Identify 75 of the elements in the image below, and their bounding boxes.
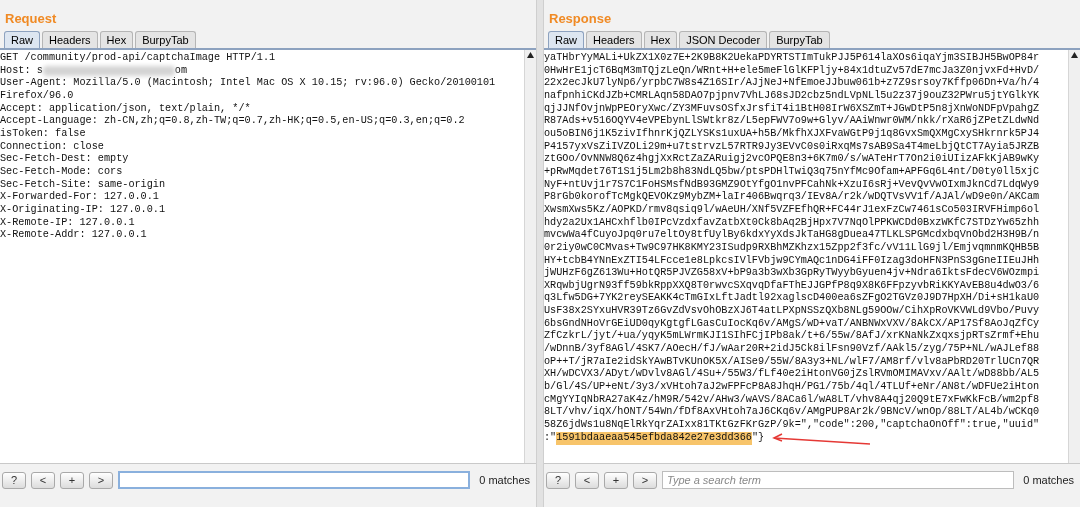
- search-nav-button[interactable]: ?: [2, 471, 26, 489]
- code-line: om: [174, 64, 188, 77]
- search-nav-button[interactable]: >: [633, 471, 657, 489]
- scroll-up-icon[interactable]: [1069, 50, 1080, 60]
- code-line: XwsmXws5Kz/AOPKD/rmv8qsiq9l/wAeUH/XNf5VZFEfhQR+FC44rJ1exFzCw7461sCo503IRVFHimp6ol: [544, 203, 1040, 217]
- code-line: 8LT/vhv/iqX/hONT/54Wn/fDf8AxVHtoh7aJ6CKq6v/AMgPUP8Ar2k/9BNcV/wnOp/88LT/AL4b/wCKq0: [544, 406, 1040, 419]
- code-line: jWUHzF6gZ613Wu+HotQR5PJVZG58xV+bP9a3b3wXb3GpRyTWyybGyuen4jv+Ndra6IktsFdecV6WOzmpi: [544, 267, 1040, 280]
- code-line: :": [544, 432, 557, 445]
- code-line: X-Remote-IP: 127.0.0.1: [0, 216, 135, 229]
- code-line: ZfCzkrL/jyt/+ua/yqyK5mLWrmKJI1SIhFCjIPb8ak/t+6/55w/8AfJ/xrKNaNkZxqxsjpRTsZrmf+Ehu: [544, 330, 1040, 343]
- code-line: NyF+ntUvj1r7S7C1FoHSMsfNdB93GMZ9OtYfgO1nvPFCahNk+XzuI6sRj+VevQvVwOIxmJknCd7LdqWy9: [544, 178, 1040, 191]
- code-line: ztGOo/OvNNW8Q6z4hgjXxRctZaZARuigj2vcOPQE8n3+6K7m0/s/wATeHrT7On2i0iUIizAFkKjAB9wKy: [544, 153, 1040, 166]
- scrollbar[interactable]: [524, 50, 536, 463]
- code-line: b/Gl/4S/UP+eNt/3y3/xVHtoh7aJ2wFPFcP8A8JhqH/PG1/75b/4ql/4TLUf+eNr/AN8t/wDFUe2iHton: [544, 381, 1040, 394]
- tab[interactable]: Hex: [99, 31, 134, 48]
- code-line: /wDnnB/3yf8AGl/4SK7/AOecH/fJ/wAar20R+2idJ5Ck8ilFsn90Vzf/AAkl5/zyg/75P+NL/wAJLef88: [544, 343, 1040, 356]
- code-line: X-Originating-IP: 127.0.0.1: [0, 203, 166, 217]
- match-count: 0 matches: [1022, 472, 1075, 488]
- code-line: X-Remote-Addr: 127.0.0.1: [0, 229, 147, 242]
- code-line: cMgYYIqNbRA27aK4z/hM9R/542v/AHw3/wAVS/8ACa6l/wA8LT/vhv8A4qj20Q9tE7xFwKkFcB/wm2pf8: [544, 393, 1040, 406]
- scroll-up-icon[interactable]: [525, 50, 536, 60]
- tab[interactable]: Headers: [586, 31, 642, 48]
- code-line: q3Lfw5DG+7YK2reySEAKK4cTmGIxLftJadtl92xaglscD400ea6sZFgO2TGVz0J9D7HpXH/Di+sH1kaU0: [544, 292, 1040, 305]
- search-nav-button[interactable]: ?: [546, 471, 570, 489]
- tab[interactable]: Raw: [548, 31, 584, 48]
- search-nav-button[interactable]: +: [60, 471, 84, 489]
- code-line: Accept-Language: zh-CN,zh;q=0.8,zh-TW;q=0.7,zh-HK;q=0.5,en-US;q=0.3,en;q=0.2: [0, 115, 465, 128]
- tab[interactable]: Headers: [42, 31, 98, 48]
- code-line: Sec-Fetch-Mode: cors: [0, 165, 123, 179]
- code-line: isToken: false: [0, 127, 86, 141]
- code-line: 0r2iy0wC0CMvas+Tw9C97HK8KMY23ISudp9RXBhMZKhzx15Zpp2f3fc/vV11LlG9jl/EmjvqmnmKQHB5B: [544, 241, 1040, 255]
- code-line: 6bsGndNHoVrGEiUD0qyKgtgfLGasCuIocKq6v/AMgS/wD+vaT/ANBNWxVXV/8AkCX/AP17Sf8AoJqZfCy: [544, 317, 1040, 330]
- code-line: XRqwbjUgrN93ff59bkRppXXQ8T0rwvcSXqvqDfaFThEJJGPfP8q9X8K6FFpzyvbRiKKYAvEB8u4dwO3/6: [544, 279, 1040, 292]
- search-nav-button[interactable]: <: [31, 471, 55, 489]
- code-line: yaTHbrYyMALi+UkZX1X0z7E+2K9B8K2UekaPDYRTSTImTukPJJ5P614laXOs6iqaYjm3SIBJH5BwOP84r: [544, 52, 1040, 65]
- code-line: R87Ads+v516OQYV4eVPEbynLlSWtkr8z/L5epFWV7o9w+Glyv/AAiWnwr0WM/nkk/rXaR6jZPetZLdwNd: [544, 115, 1040, 128]
- tab[interactable]: BurpyTab: [769, 31, 830, 48]
- code-line: 58Z6jdWs1u8NqElRkYqrZAIxx81TKtGzFKrGzP/9k=","code":200,"captchaOnOff":true,"uuid": [544, 419, 1040, 432]
- code-line: X-Forwarded-For: 127.0.0.1: [0, 191, 159, 204]
- code-line: Accept: application/json, text/plain, */*: [0, 102, 251, 115]
- code-line: 22x2ecJkU7lyNp6/yrpbC7W8s4Z16SIr/AJjNeJ+NfEmoeJJbuw061b+z7Z9srsoy7Kffp06Dn+Va/h/4: [544, 77, 1040, 90]
- scrollbar[interactable]: [1068, 50, 1080, 463]
- code-line: qjJJNfOvjnWpPEOryXwc/ZY3MFuvsOSfxJrsfiT4i1BtH08IrW6XSZmT+JGwDtP5n8jXnWoNDFpVpahgZ: [544, 102, 1040, 115]
- code-line: HY+tcbB4YNnExZTI54LFcce1e8LpkcsIVlFVbjw9CYmAQc1nDG4iFF0Izag3doHFN3PnS3gGneIIEuJHh: [544, 254, 1040, 267]
- code-line: mvcwWa4fCuyoJpq0ru7eltOy8tfUylBy6kdxYyXdsJkTaHG8gDuea47TLKLSPGMcdxbqVnObd2H3H9B/n: [544, 229, 1040, 242]
- search-nav-button[interactable]: +: [604, 471, 628, 489]
- code-line: XH/wDCVX3/ADyt/wDvlv8AGl/4Su+/55W3/fLf40e2iHtonVG0jZslRVmOMIMAVxv/AAlt/wD88bb/AL5: [544, 368, 1040, 381]
- code-line: Connection: close: [0, 140, 104, 153]
- code-line: hdy2a2Ux1AHCxhflb0IPcVzdxfavZatbXt0Ck8bAq2BjHpx7V7NqOlPPKWCDd0BxzWKfC7STDzYw65zhh: [544, 216, 1040, 229]
- code-line: User-Agent: Mozilla/5.0 (Macintosh; Intel Mac OS X 10.15; rv:96.0) Gecko/20100101: [0, 77, 496, 90]
- match-count: 0 matches: [478, 472, 531, 488]
- search-nav-button[interactable]: >: [89, 471, 113, 489]
- code-line: oP++T/jR7aIe2idSkYAwBTvKUnOK5X/AISe9/55W/8A3y3+NL/wlF7/AM8rf/vlv8aPbRD20TrlUCn7QR: [544, 355, 1040, 368]
- code-line: P4157yxVsZiIVZOLi29m+u7tstrvzL57RTR9Jy3EVvC0s0iRxqMs7sAB9Sa4T4meLbjQtCT7Ayia5JRZB: [544, 140, 1040, 153]
- code-line: Sec-Fetch-Dest: empty: [0, 153, 129, 166]
- code-line: nafpnhiCKdJZb+CMRLAqn58DAO7pjpnv7VhLJ68sJD2cbz5ndLVpNLl5u2z37j9ouZ32PWru5jtYGlkYK: [544, 89, 1040, 103]
- code-line: +pRwMqdet76T1S1j5Lm2b8h83NdLQ5bw/ptsPDHlTwiQ3q75nYfMc9Ofam+APFGq6L4nt/D0ty0ll5xjC: [544, 165, 1040, 179]
- panel-title: Request: [4, 10, 58, 28]
- tab[interactable]: Hex: [643, 31, 678, 48]
- tab[interactable]: JSON Decoder: [679, 31, 768, 48]
- search-field[interactable]: Type a search term: [662, 471, 1015, 489]
- code-line: Firefox/96.0: [0, 89, 74, 103]
- search-field[interactable]: [118, 471, 471, 489]
- code-line: ou5oBIN6j1K5zivIfhnrKjQZLYSKs1uxUA+h5B/MkfhXJXFvaWGtP9j1q8GvxSmQXMgCxySHkrnrk5PJ4: [544, 127, 1040, 141]
- code-line: P8rGb0korofTcMgkQEVOKz9MybZM+laIr406Bwqrq3/IEv8A/r2k/wDQTVsVV1f/AJAl/wD9e0n/AKCam: [544, 191, 1040, 204]
- highlighted-text: 1591bdaaeaa545efbda842e27e3dd366: [556, 432, 752, 445]
- code-line: GET /community/prod-api/captchaImage HTTP/1.1: [0, 52, 276, 65]
- code-line: 0HwHrE1jcT6BqM3mTQjzLeQn/WRnt+H+ele5meFlGlKFPljy+84x1dtuZv57dE7mcJa3Z0njvxFd+HvD/: [544, 64, 1040, 77]
- code-line: UsF38x2SYxuHVR39Tz6GvZdVsvOhOBzXJ6T4atLPXpNSSzQXb8NLg59OOw/CihXpRoVKVWLd9Vbo/Puvy: [544, 305, 1040, 318]
- panel-title: Response: [548, 10, 613, 28]
- search-nav-button[interactable]: <: [575, 471, 599, 489]
- tab[interactable]: BurpyTab: [135, 31, 196, 48]
- tab[interactable]: Raw: [4, 31, 40, 48]
- code-line: Sec-Fetch-Site: same-origin: [0, 178, 166, 191]
- code-line: Host: s: [0, 64, 43, 78]
